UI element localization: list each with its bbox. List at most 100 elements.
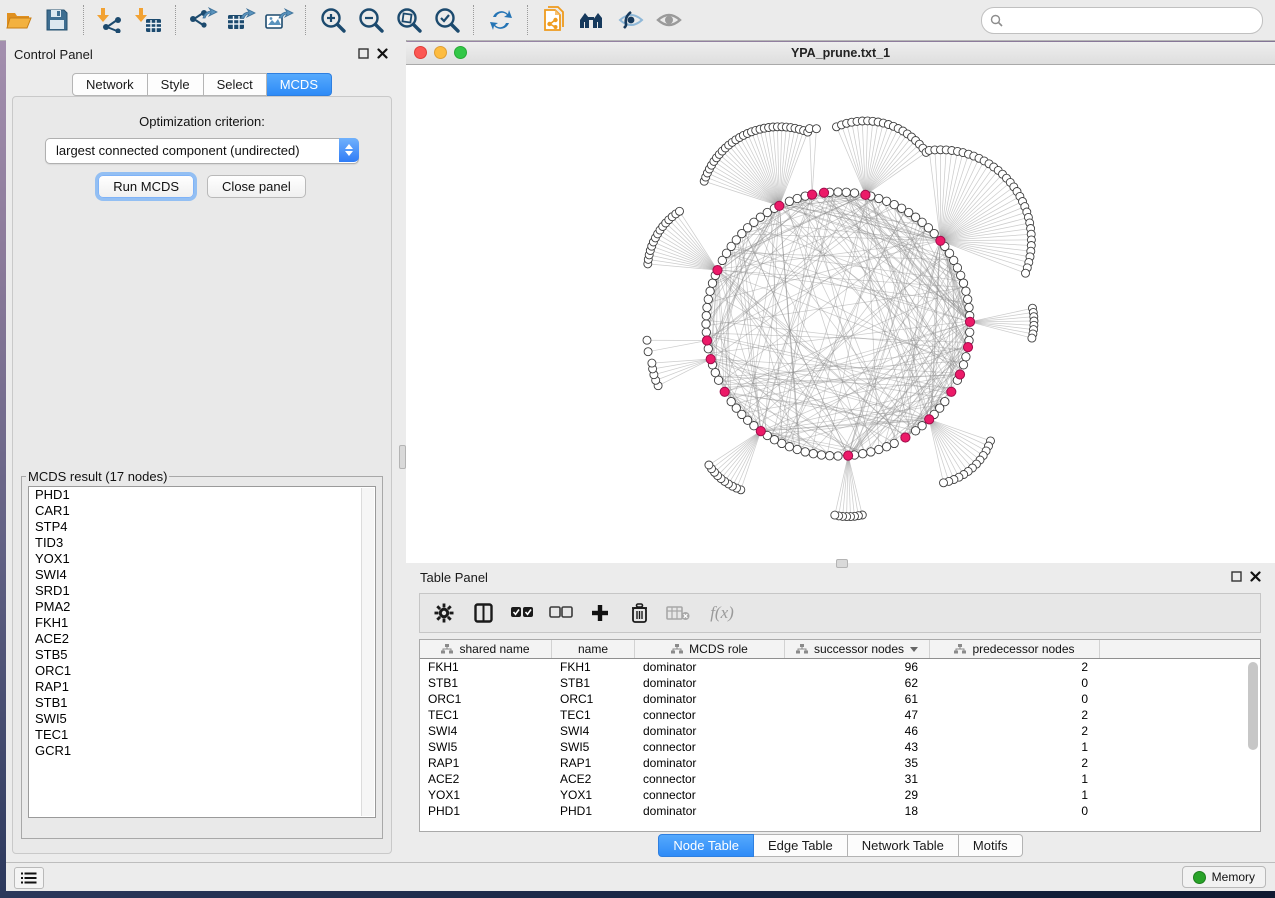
table-row[interactable]: STB1STB1dominator620 — [420, 675, 1260, 691]
cell-successor-nodes: 96 — [785, 659, 930, 675]
deselect-all-icon[interactable] — [549, 600, 573, 626]
tab-select[interactable]: Select — [204, 73, 267, 96]
mcds-result-item[interactable]: STB1 — [29, 695, 375, 711]
table-row[interactable]: ORC1ORC1dominator610 — [420, 691, 1260, 707]
save-icon[interactable] — [40, 4, 74, 36]
criterion-select[interactable]: largest connected component (undirected) — [45, 138, 359, 164]
network-canvas[interactable] — [406, 65, 1275, 564]
run-mcds-button[interactable]: Run MCDS — [98, 175, 194, 198]
tab-network-table[interactable]: Network Table — [848, 834, 959, 857]
mcds-result-item[interactable]: YOX1 — [29, 551, 375, 567]
network-titlebar[interactable]: YPA_prune.txt_1 — [406, 42, 1275, 65]
tab-motifs[interactable]: Motifs — [959, 834, 1023, 857]
zoom-in-icon[interactable] — [316, 4, 350, 36]
maximize-window-button[interactable] — [454, 46, 467, 59]
mcds-result-item[interactable]: CAR1 — [29, 503, 375, 519]
export-table-icon[interactable] — [224, 4, 258, 36]
mcds-result-item[interactable]: PMA2 — [29, 599, 375, 615]
show-all-eye-icon[interactable] — [652, 4, 686, 36]
import-network-icon[interactable] — [94, 4, 128, 36]
search-network-icon[interactable] — [576, 4, 610, 36]
search-box[interactable] — [981, 7, 1263, 34]
export-network-icon[interactable] — [186, 4, 220, 36]
zoom-fit-icon[interactable] — [392, 4, 426, 36]
select-stepper-icon — [339, 138, 359, 162]
cell-predecessor-nodes: 2 — [930, 707, 1100, 723]
cell-successor-nodes: 35 — [785, 755, 930, 771]
close-panel-button[interactable]: Close panel — [207, 175, 306, 198]
splitter-handle[interactable] — [399, 445, 406, 469]
memory-button[interactable]: Memory — [1182, 866, 1266, 888]
table-row[interactable]: SWI4SWI4dominator462 — [420, 723, 1260, 739]
table-row[interactable]: RAP1RAP1dominator352 — [420, 755, 1260, 771]
float-panel-icon[interactable] — [358, 48, 369, 59]
cell-shared-name: SWI4 — [420, 723, 552, 739]
import-table-icon[interactable] — [132, 4, 166, 36]
cell-predecessor-nodes: 2 — [930, 659, 1100, 675]
export-image-icon[interactable] — [262, 4, 296, 36]
control-panel: Control Panel NetworkStyleSelectMCDS Opt… — [6, 40, 398, 862]
mcds-result-item[interactable]: GCR1 — [29, 743, 375, 759]
tab-node-table[interactable]: Node Table — [658, 834, 754, 857]
settings-gear-icon[interactable] — [432, 600, 456, 626]
mcds-result-item[interactable]: ORC1 — [29, 663, 375, 679]
mcds-result-item[interactable]: SWI4 — [29, 567, 375, 583]
hide-selected-eye-icon[interactable] — [614, 4, 648, 36]
mcds-result-item[interactable]: TEC1 — [29, 727, 375, 743]
close-panel-icon[interactable] — [377, 48, 388, 59]
mcds-result-item[interactable]: ACE2 — [29, 631, 375, 647]
float-table-panel-icon[interactable] — [1231, 571, 1242, 582]
mcds-result-item[interactable]: PHD1 — [29, 487, 375, 503]
mcds-result-item[interactable]: STP4 — [29, 519, 375, 535]
close-table-panel-icon[interactable] — [1250, 571, 1261, 582]
cell-predecessor-nodes: 2 — [930, 723, 1100, 739]
cell-MCDS-role: connector — [635, 707, 785, 723]
search-input[interactable] — [1003, 11, 1262, 31]
zoom-selected-icon[interactable] — [430, 4, 464, 36]
cell-successor-nodes: 61 — [785, 691, 930, 707]
mcds-result-list[interactable]: PHD1CAR1STP4TID3YOX1SWI4SRD1PMA2FKH1ACE2… — [28, 486, 376, 818]
delete-table-icon[interactable] — [666, 600, 690, 626]
select-all-icon[interactable] — [510, 600, 534, 626]
table-row[interactable]: SWI5SWI5connector431 — [420, 739, 1260, 755]
add-row-icon[interactable] — [588, 600, 612, 626]
table-row[interactable]: FKH1FKH1dominator962 — [420, 659, 1260, 675]
mcds-result-item[interactable]: FKH1 — [29, 615, 375, 631]
mcds-tab-content: Optimization criterion: largest connecte… — [12, 96, 392, 854]
mcds-result-item[interactable]: RAP1 — [29, 679, 375, 695]
refresh-icon[interactable] — [484, 4, 518, 36]
table-row[interactable]: ACE2ACE2connector311 — [420, 771, 1260, 787]
tab-edge-table[interactable]: Edge Table — [754, 834, 848, 857]
mcds-result-item[interactable]: STB5 — [29, 647, 375, 663]
apply-function-icon[interactable]: f(x) — [705, 600, 739, 626]
minimize-window-button[interactable] — [434, 46, 447, 59]
mcds-result-item[interactable]: SRD1 — [29, 583, 375, 599]
task-history-button[interactable] — [14, 867, 44, 889]
network-graph[interactable] — [406, 65, 1275, 564]
cell-MCDS-role: dominator — [635, 659, 785, 675]
result-list-scrollbar[interactable] — [361, 488, 374, 816]
show-columns-icon[interactable] — [471, 600, 495, 626]
table-scrollbar[interactable] — [1248, 662, 1258, 750]
cell-predecessor-nodes: 0 — [930, 691, 1100, 707]
zoom-out-icon[interactable] — [354, 4, 388, 36]
tab-mcds[interactable]: MCDS — [267, 73, 332, 96]
mcds-result-item[interactable]: TID3 — [29, 535, 375, 551]
column-header-name[interactable]: name — [552, 640, 635, 658]
tab-style[interactable]: Style — [148, 73, 204, 96]
mcds-result-item[interactable]: SWI5 — [29, 711, 375, 727]
table-row[interactable]: TEC1TEC1connector472 — [420, 707, 1260, 723]
column-header-MCDS-role[interactable]: MCDS role — [635, 640, 785, 658]
open-folder-icon[interactable] — [2, 4, 36, 36]
column-header-successor-nodes[interactable]: successor nodes — [785, 640, 930, 658]
column-header-predecessor-nodes[interactable]: predecessor nodes — [930, 640, 1100, 658]
close-window-button[interactable] — [414, 46, 427, 59]
node-table[interactable]: shared namenameMCDS rolesuccessor nodesp… — [419, 639, 1261, 832]
tab-network[interactable]: Network — [72, 73, 148, 96]
delete-row-trash-icon[interactable] — [627, 600, 651, 626]
table-row[interactable]: PHD1PHD1dominator180 — [420, 803, 1260, 819]
column-header-shared-name[interactable]: shared name — [420, 640, 552, 658]
export-document-share-icon[interactable] — [538, 4, 572, 36]
table-row[interactable]: YOX1YOX1connector291 — [420, 787, 1260, 803]
column-type-icon — [671, 644, 683, 654]
